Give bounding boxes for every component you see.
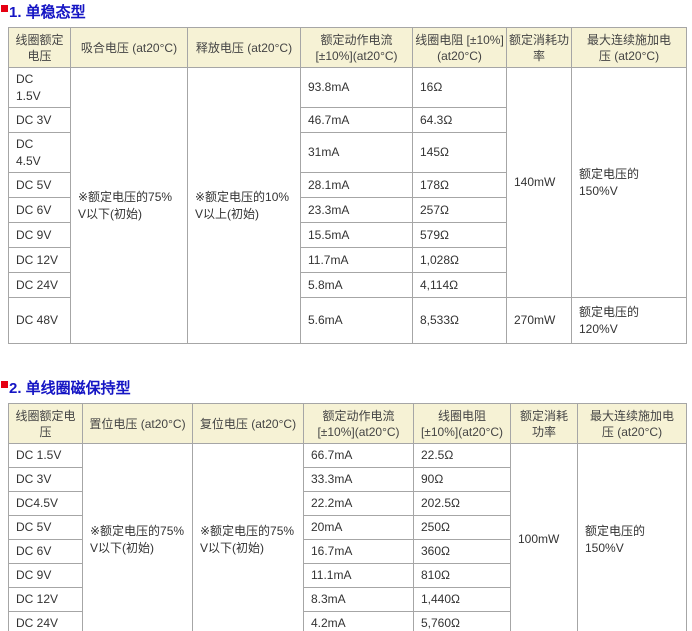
current-cell: 8.3mA (304, 588, 414, 612)
voltage-cell: DC 1.5V (9, 444, 83, 468)
resistance-cell: 250Ω (414, 516, 511, 540)
current-cell: 16.7mA (304, 540, 414, 564)
current-cell: 15.5mA (301, 223, 413, 248)
col-header-rated-current: 额定动作电流 [±10%](at20°C) (301, 28, 413, 68)
section-title-monostable: 1. 单稳态型 (1, 3, 692, 22)
col-header-reset-voltage: 复位电压 (at20°C) (193, 404, 304, 444)
resistance-cell: 16Ω (413, 68, 507, 108)
col-header-coil-resistance: 线圈电阻 [±10%](at20°C) (414, 404, 511, 444)
col-header-max-voltage: 最大连续施加电 压 (at20°C) (572, 28, 687, 68)
current-cell: 31mA (301, 133, 413, 173)
resistance-cell: 178Ω (413, 173, 507, 198)
voltage-cell: DC 5V (9, 173, 71, 198)
current-cell: 93.8mA (301, 68, 413, 108)
resistance-cell: 257Ω (413, 198, 507, 223)
col-header-max-voltage: 最大连续施加电 压 (at20°C) (578, 404, 687, 444)
resistance-cell: 810Ω (414, 564, 511, 588)
resistance-cell: 202.5Ω (414, 492, 511, 516)
voltage-cell: DC4.5V (9, 492, 83, 516)
resistance-cell: 22.5Ω (414, 444, 511, 468)
voltage-cell: DC 9V (9, 564, 83, 588)
current-cell: 11.7mA (301, 248, 413, 273)
max-voltage-cell: 额定电压的 150%V (572, 68, 687, 298)
voltage-cell: DC 24V (9, 612, 83, 631)
power-cell: 270mW (507, 298, 572, 344)
power-cell: 100mW (511, 444, 578, 631)
current-cell: 5.6mA (301, 298, 413, 344)
pickup-voltage-cell: ※额定电压的75% V以下(初始) (71, 68, 188, 344)
section-title-text: 2. 单线圈磁保持型 (9, 380, 131, 397)
col-header-rated-power: 额定消耗 功率 (511, 404, 578, 444)
spec-page: 1. 单稳态型 线圈额定 电压 吸合电压 (at20°C) 释放电压 (at20… (0, 0, 692, 631)
voltage-cell: DC 9V (9, 223, 71, 248)
col-header-rated-current: 额定动作电流 [±10%](at20°C) (304, 404, 414, 444)
resistance-cell: 145Ω (413, 133, 507, 173)
current-cell: 23.3mA (301, 198, 413, 223)
resistance-cell: 360Ω (414, 540, 511, 564)
resistance-cell: 5,760Ω (414, 612, 511, 631)
monostable-table: 线圈额定 电压 吸合电压 (at20°C) 释放电压 (at20°C) 额定动作… (8, 27, 687, 344)
section-title-text: 1. 单稳态型 (9, 4, 86, 21)
voltage-cell: DC 1.5V (9, 68, 71, 108)
current-cell: 11.1mA (304, 564, 414, 588)
table-row: DC 1.5V ※额定电压的75% V以下(初始) ※额定电压的75% V以下(… (9, 444, 687, 468)
voltage-cell: DC 6V (9, 198, 71, 223)
voltage-cell: DC 5V (9, 516, 83, 540)
section-bullet-icon (1, 381, 8, 388)
power-cell: 140mW (507, 68, 572, 298)
resistance-cell: 1,440Ω (414, 588, 511, 612)
resistance-cell: 4,114Ω (413, 273, 507, 298)
resistance-cell: 579Ω (413, 223, 507, 248)
resistance-cell: 64.3Ω (413, 108, 507, 133)
header-row: 线圈额定 电压 吸合电压 (at20°C) 释放电压 (at20°C) 额定动作… (9, 28, 687, 68)
voltage-cell: DC 4.5V (9, 133, 71, 173)
current-cell: 46.7mA (301, 108, 413, 133)
voltage-cell: DC 12V (9, 588, 83, 612)
current-cell: 22.2mA (304, 492, 414, 516)
voltage-cell: DC 24V (9, 273, 71, 298)
latching-table: 线圈额定电 压 置位电压 (at20°C) 复位电压 (at20°C) 额定动作… (8, 403, 687, 631)
resistance-cell: 1,028Ω (413, 248, 507, 273)
voltage-cell: DC 6V (9, 540, 83, 564)
resistance-cell: 8,533Ω (413, 298, 507, 344)
current-cell: 4.2mA (304, 612, 414, 631)
col-header-coil-resistance: 线圈电阻 [±10%] (at20°C) (413, 28, 507, 68)
section-bullet-icon (1, 5, 8, 12)
voltage-cell: DC 12V (9, 248, 71, 273)
current-cell: 33.3mA (304, 468, 414, 492)
voltage-cell: DC 48V (9, 298, 71, 344)
section-title-latching: 2. 单线圈磁保持型 (1, 379, 692, 398)
table-row: DC 1.5V ※额定电压的75% V以下(初始) ※额定电压的10% V以上(… (9, 68, 687, 108)
current-cell: 5.8mA (301, 273, 413, 298)
col-header-rated-power: 额定消耗功 率 (507, 28, 572, 68)
reset-voltage-cell: ※额定电压的75% V以下(初始) (193, 444, 304, 631)
voltage-cell: DC 3V (9, 108, 71, 133)
col-header-coil-voltage: 线圈额定 电压 (9, 28, 71, 68)
col-header-set-voltage: 置位电压 (at20°C) (83, 404, 193, 444)
header-row: 线圈额定电 压 置位电压 (at20°C) 复位电压 (at20°C) 额定动作… (9, 404, 687, 444)
current-cell: 20mA (304, 516, 414, 540)
current-cell: 28.1mA (301, 173, 413, 198)
max-voltage-cell: 额定电压的 120%V (572, 298, 687, 344)
set-voltage-cell: ※额定电压的75% V以下(初始) (83, 444, 193, 631)
release-voltage-cell: ※额定电压的10% V以上(初始) (188, 68, 301, 344)
col-header-pickup-voltage: 吸合电压 (at20°C) (71, 28, 188, 68)
resistance-cell: 90Ω (414, 468, 511, 492)
max-voltage-cell: 额定电压的 150%V (578, 444, 687, 631)
current-cell: 66.7mA (304, 444, 414, 468)
col-header-coil-voltage: 线圈额定电 压 (9, 404, 83, 444)
voltage-cell: DC 3V (9, 468, 83, 492)
col-header-release-voltage: 释放电压 (at20°C) (188, 28, 301, 68)
